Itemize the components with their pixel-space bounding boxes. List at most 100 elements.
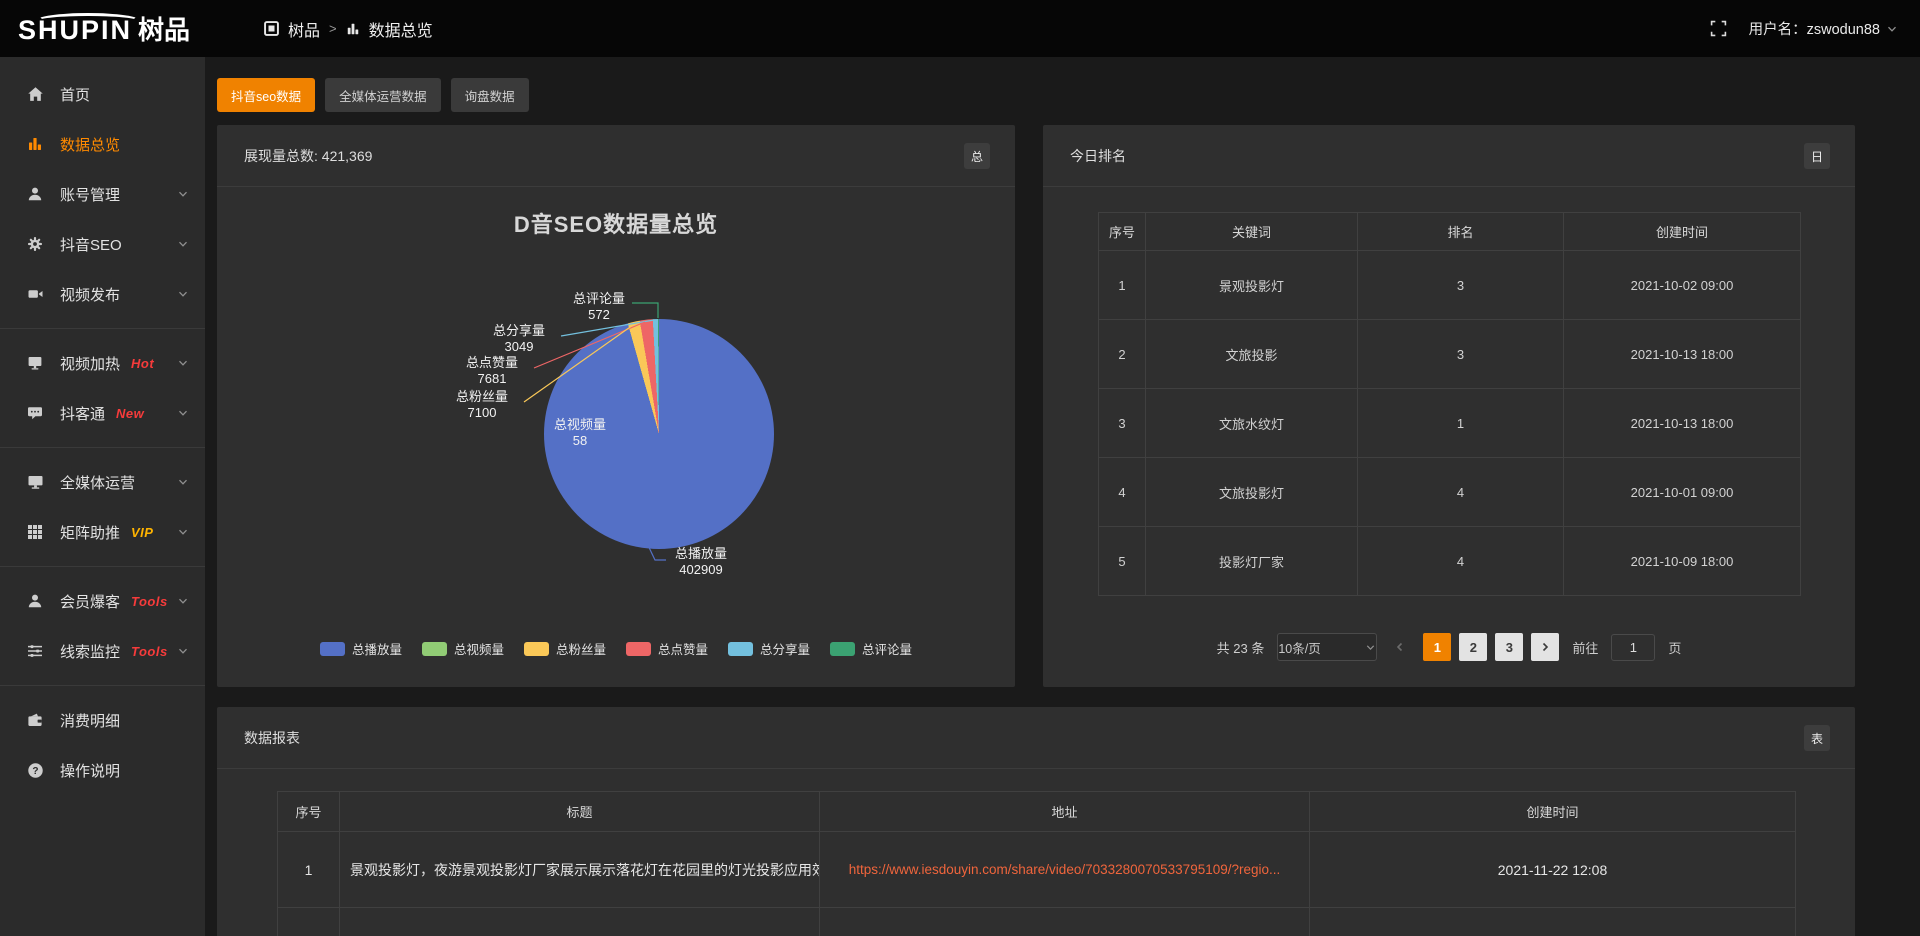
hot-badge: Hot (131, 356, 154, 371)
legend-item-likes[interactable]: 总点赞量 (626, 639, 708, 658)
legend-item-plays[interactable]: 总播放量 (320, 639, 402, 658)
legend-item-comments[interactable]: 总评论量 (830, 639, 912, 658)
pie-label-value: 572 (559, 307, 639, 323)
home-icon (27, 86, 47, 103)
table-row: 4 文旅投影灯 4 2021-10-01 09:00 (1099, 458, 1801, 527)
page-size-select[interactable]: 10条/页 (1277, 633, 1377, 661)
legend-label: 总视频量 (454, 639, 504, 658)
pie-label-comments: 总评论量 572 (559, 291, 639, 322)
cell-index: 2 (1099, 320, 1146, 389)
legend-swatch (524, 642, 549, 656)
cell-rank: 3 (1358, 320, 1564, 389)
sidebar-divider (0, 328, 205, 329)
sidebar-divider (0, 566, 205, 567)
pie-label-value: 7100 (442, 405, 522, 421)
column-header-created: 创建时间 (1564, 213, 1801, 251)
sidebar-item-douyin-seo[interactable]: 抖音SEO (0, 219, 205, 269)
column-header-rank: 排名 (1358, 213, 1564, 251)
sidebar-item-lead-monitor[interactable]: 线索监控 Tools (0, 626, 205, 676)
tab-media-operation-data[interactable]: 全媒体运营数据 (325, 78, 441, 112)
sidebar-item-douketong[interactable]: 抖客通 New (0, 388, 205, 438)
sidebar-item-account[interactable]: 账号管理 (0, 169, 205, 219)
prev-page-button[interactable] (1390, 633, 1410, 661)
sidebar-item-home[interactable]: 首页 (0, 69, 205, 119)
column-header-index: 序号 (1099, 213, 1146, 251)
next-page-button[interactable] (1531, 633, 1559, 661)
sidebar-item-matrix-boost[interactable]: 矩阵助推 VIP (0, 507, 205, 557)
legend-label: 总分享量 (760, 639, 810, 658)
column-header-keyword: 关键词 (1146, 213, 1358, 251)
top-header: SHUPIN 树品 树品 > 数据总览 用户名：zswodun88 (0, 0, 1920, 57)
rank-table: 序号 关键词 排名 创建时间 1 景观投影灯 3 2021-10-02 09:0… (1098, 212, 1801, 596)
sidebar-item-label: 首页 (60, 84, 90, 105)
cell-created: 2021-10-13 18:00 (1564, 320, 1801, 389)
sidebar-item-media-operation[interactable]: 全媒体运营 (0, 457, 205, 507)
user-menu[interactable]: 用户名：zswodun88 (1749, 18, 1898, 39)
table-toggle-button[interactable]: 表 (1804, 725, 1830, 751)
legend-label: 总评论量 (862, 639, 912, 658)
total-toggle-button[interactable]: 总 (964, 143, 990, 169)
pie-label-value: 402909 (669, 562, 733, 578)
cell-url-link[interactable]: https://www.iesdouyin.com/share/video/70… (820, 832, 1310, 908)
cell-rank: 4 (1358, 527, 1564, 596)
pie-label-name: 总分享量 (479, 323, 559, 339)
table-row: 1 景观投影灯，夜游景观投影灯厂家展示展示落花灯在花园里的灯光投影应用效果 # … (278, 832, 1796, 908)
rank-card-title: 今日排名 (1043, 125, 1855, 187)
header-right: 用户名：zswodun88 (1710, 18, 1920, 39)
page-button-1[interactable]: 1 (1423, 633, 1451, 661)
page-button-2[interactable]: 2 (1459, 633, 1487, 661)
tab-inquiry-data[interactable]: 询盘数据 (451, 78, 529, 112)
sidebar-item-instructions[interactable]: ? 操作说明 (0, 745, 205, 795)
sidebar-item-video-heat[interactable]: 视频加热 Hot (0, 338, 205, 388)
report-table: 序号 标题 地址 创建时间 1 景观投影灯，夜游景观投影灯厂家展示展示落花灯在花… (277, 791, 1796, 936)
impressions-card: 展现量总数: 421,369 总 D音SEO数据量总览 总评论量 572 (217, 125, 1015, 687)
day-toggle-button[interactable]: 日 (1804, 143, 1830, 169)
chart-legend: 总播放量 总视频量 总粉丝量 总点赞量 (217, 639, 1015, 658)
pie-label-name: 总粉丝量 (442, 389, 522, 405)
new-badge: New (116, 406, 144, 421)
sidebar-item-member-baoke[interactable]: 会员爆客 Tools (0, 576, 205, 626)
sidebar-item-label: 线索监控 (60, 641, 120, 662)
page-button-3[interactable]: 3 (1495, 633, 1523, 661)
chevron-down-icon (177, 288, 189, 300)
pagination: 共 23 条 10条/页 1 2 3 前往 页 (1043, 633, 1855, 661)
tools-badge: Tools (131, 594, 168, 609)
logo-text-cn: 树品 (138, 10, 190, 47)
chevron-down-icon (177, 238, 189, 250)
tab-douyin-seo-data[interactable]: 抖音seo数据 (217, 78, 315, 112)
pie-label-plays: 总播放量 402909 (669, 546, 733, 577)
fullscreen-icon[interactable] (1710, 20, 1727, 37)
pie-label-name: 总视频量 (540, 417, 620, 433)
legend-label: 总粉丝量 (556, 639, 606, 658)
column-header-created: 创建时间 (1310, 792, 1796, 832)
goto-page-input[interactable] (1611, 634, 1655, 661)
chevron-down-icon (177, 407, 189, 419)
breadcrumb-root[interactable]: 树品 (288, 17, 320, 41)
cell-title: 景观投影灯，夜游景观投影灯厂家展示展示落花灯在花园里的灯光投影应用效果 # (340, 832, 820, 908)
legend-item-fans[interactable]: 总粉丝量 (524, 639, 606, 658)
sidebar-item-data-overview[interactable]: 数据总览 (0, 119, 205, 169)
svg-text:?: ? (32, 765, 38, 776)
sidebar-item-label: 抖音SEO (60, 234, 122, 255)
cell-index: 5 (1099, 527, 1146, 596)
page-size-value: 10条/页 (1278, 638, 1320, 657)
cell-created (1310, 908, 1796, 936)
cell-index: 1 (1099, 251, 1146, 320)
sidebar-item-label: 视频加热 (60, 353, 120, 374)
legend-swatch (626, 642, 651, 656)
cell-rank: 4 (1358, 458, 1564, 527)
cell-rank: 1 (1358, 389, 1564, 458)
wallet-icon (27, 712, 47, 728)
pie-label-fans: 总粉丝量 7100 (442, 389, 522, 420)
sidebar-item-consumption-detail[interactable]: 消费明细 (0, 695, 205, 745)
chevron-down-icon (177, 188, 189, 200)
legend-item-videos[interactable]: 总视频量 (422, 639, 504, 658)
table-row: 3 文旅水纹灯 1 2021-10-13 18:00 (1099, 389, 1801, 458)
table-header-row: 序号 标题 地址 创建时间 (278, 792, 1796, 832)
chevron-down-icon (1886, 23, 1898, 35)
cell-created: 2021-10-13 18:00 (1564, 389, 1801, 458)
page-buttons: 1 2 3 (1423, 633, 1559, 661)
chart-title: D音SEO数据量总览 (217, 207, 1015, 239)
sidebar-item-video-publish[interactable]: 视频发布 (0, 269, 205, 319)
legend-item-shares[interactable]: 总分享量 (728, 639, 810, 658)
